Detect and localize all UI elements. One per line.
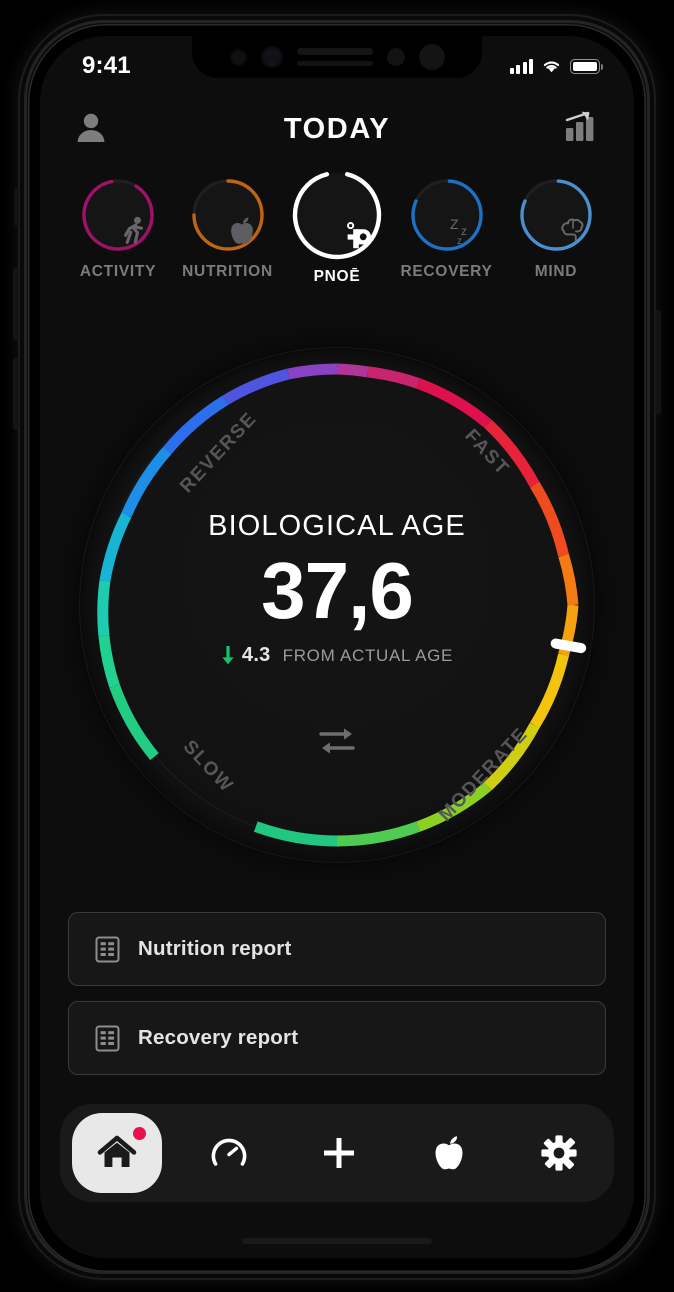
profile-icon[interactable] [76, 111, 106, 148]
svg-text:z: z [457, 236, 462, 247]
tab-nutrition[interactable] [406, 1115, 492, 1191]
silent-switch[interactable] [14, 188, 19, 226]
report-label: Nutrition report [138, 937, 292, 960]
home-indicator [242, 1238, 432, 1244]
power-button[interactable] [655, 310, 661, 414]
proximity-sensor-icon [229, 48, 247, 66]
category-activity[interactable]: ACTIVITY [70, 176, 166, 286]
report-document-icon [95, 936, 120, 963]
activity-ring [79, 176, 157, 254]
tab-home[interactable] [72, 1113, 162, 1193]
apple-icon [435, 1136, 463, 1170]
bottom-tab-bar [60, 1104, 614, 1202]
swap-arrows-icon[interactable] [316, 724, 358, 763]
plus-icon [324, 1138, 354, 1168]
tab-add[interactable] [296, 1115, 382, 1191]
mind-ring [517, 176, 595, 254]
volume-down-button[interactable] [13, 358, 19, 430]
category-label: MIND [534, 263, 578, 280]
recovery-ring: Z z z [408, 176, 486, 254]
home-notification-badge [133, 1127, 146, 1140]
category-label: ACTIVITY [79, 263, 157, 280]
dot-projector-icon [386, 48, 405, 66]
category-ring-row: ACTIVITY NUTRITION PNOĒ Z z z RECOVERY M… [40, 170, 634, 286]
app-header: TODAY [40, 98, 634, 160]
category-nutrition[interactable]: NUTRITION [180, 176, 276, 286]
arrow-down-icon [221, 646, 235, 665]
tab-settings[interactable] [516, 1115, 602, 1191]
report-document-icon [95, 1025, 120, 1052]
svg-text:Z: Z [450, 216, 459, 232]
home-icon [97, 1135, 137, 1167]
nutrition-ring [189, 176, 267, 254]
gauge-value: 37,6 [261, 546, 414, 635]
pnoe-ring [289, 167, 385, 263]
biological-age-gauge[interactable]: REVERSE FAST SLOW MODERATE BIOLOGICAL AG… [64, 332, 610, 878]
category-label: NUTRITION [182, 263, 273, 280]
category-pnoe[interactable]: PNOĒ [289, 170, 385, 286]
nutrition-report-button[interactable]: Nutrition report [68, 912, 606, 986]
gauge-readout: BIOLOGICAL AGE 37,6 4.3 FROM ACTUAL AGE [64, 510, 610, 667]
gear-icon [541, 1135, 577, 1171]
page-title: TODAY [283, 112, 391, 145]
status-indicators [509, 58, 603, 74]
category-label: RECOVERY [400, 263, 493, 280]
gauge-icon [211, 1138, 247, 1166]
gauge-title: BIOLOGICAL AGE [208, 510, 466, 542]
gauge-delta: 4.3 FROM ACTUAL AGE [64, 644, 610, 667]
phone-screen: 9:41 TODAY ACTIVITY NUTRITION PNOĒ Z z z… [40, 36, 634, 1258]
screenshot-stage: 9:41 TODAY ACTIVITY NUTRITION PNOĒ Z z z… [0, 0, 674, 1292]
cellular-bars-icon [509, 58, 533, 74]
gauge-delta-caption: FROM ACTUAL AGE [282, 645, 454, 665]
battery-icon [570, 58, 603, 74]
category-recovery[interactable]: Z z z RECOVERY [399, 176, 495, 286]
earpiece-speaker [296, 48, 373, 66]
infrared-camera-icon [260, 46, 283, 68]
report-list: Nutrition report Recovery report [68, 912, 606, 1075]
bar-chart-trend-icon[interactable] [564, 111, 598, 148]
report-label: Recovery report [138, 1026, 299, 1049]
front-camera-icon [418, 44, 445, 70]
category-label: PNOĒ [313, 268, 361, 285]
category-mind[interactable]: MIND [508, 176, 604, 286]
volume-up-button[interactable] [13, 268, 19, 340]
status-time: 9:41 [82, 52, 131, 79]
device-notch [192, 36, 482, 78]
gauge-delta-value: 4.3 [241, 644, 271, 667]
wifi-icon [543, 61, 560, 73]
recovery-report-button[interactable]: Recovery report [68, 1001, 606, 1075]
tab-dashboard[interactable] [186, 1115, 272, 1191]
